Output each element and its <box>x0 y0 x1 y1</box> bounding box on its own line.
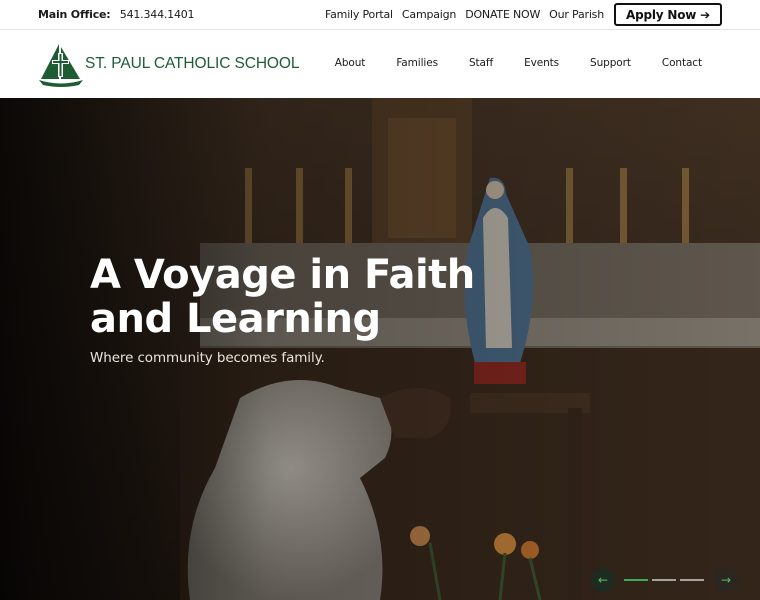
site-header: ST. PAUL CATHOLIC SCHOOL About Families … <box>0 31 760 98</box>
school-name[interactable]: ST. PAUL CATHOLIC SCHOOL <box>85 55 299 73</box>
nav-about[interactable]: About <box>335 57 366 69</box>
apply-now-button[interactable]: Apply Now ➔ <box>613 3 722 26</box>
hero-section: A Voyage in Faith and Learning Where com… <box>0 98 760 600</box>
link-campaign[interactable]: Campaign <box>402 8 456 21</box>
hero-subtitle: Where community becomes family. <box>90 350 325 366</box>
slider-dot-1[interactable] <box>624 579 648 581</box>
slider-prev-button[interactable]: ← <box>591 568 615 592</box>
hero-title: A Voyage in Faith and Learning <box>90 252 475 342</box>
nav-families[interactable]: Families <box>396 57 438 69</box>
slider-dot-2[interactable] <box>652 579 676 581</box>
arrow-left-icon: ← <box>597 573 609 587</box>
hero-background-photo <box>0 98 760 600</box>
nav-support[interactable]: Support <box>590 57 631 69</box>
nav-staff[interactable]: Staff <box>469 57 493 69</box>
sailboat-cross-logo[interactable] <box>37 43 85 87</box>
link-family-portal[interactable]: Family Portal <box>325 8 393 21</box>
utility-links: Family Portal Campaign DONATE NOW Our Pa… <box>316 3 722 26</box>
link-our-parish[interactable]: Our Parish <box>549 8 604 21</box>
nav-contact[interactable]: Contact <box>662 57 702 69</box>
arrow-right-icon: ➔ <box>700 7 710 22</box>
main-office-label: Main Office: <box>38 8 111 21</box>
apply-now-label: Apply Now <box>625 7 697 22</box>
slider-dot-3[interactable] <box>680 579 704 581</box>
slider-next-button[interactable]: → <box>714 568 738 592</box>
main-nav: About Families Staff Events Support Cont… <box>304 57 702 69</box>
arrow-right-icon: → <box>720 573 732 587</box>
nav-events[interactable]: Events <box>524 57 559 69</box>
main-office-info: Main Office: 541.344.1401 <box>38 8 195 21</box>
main-office-phone[interactable]: 541.344.1401 <box>120 8 195 21</box>
utility-bar: Main Office: 541.344.1401 Family Portal … <box>0 0 760 30</box>
link-donate-now[interactable]: DONATE NOW <box>465 8 540 21</box>
